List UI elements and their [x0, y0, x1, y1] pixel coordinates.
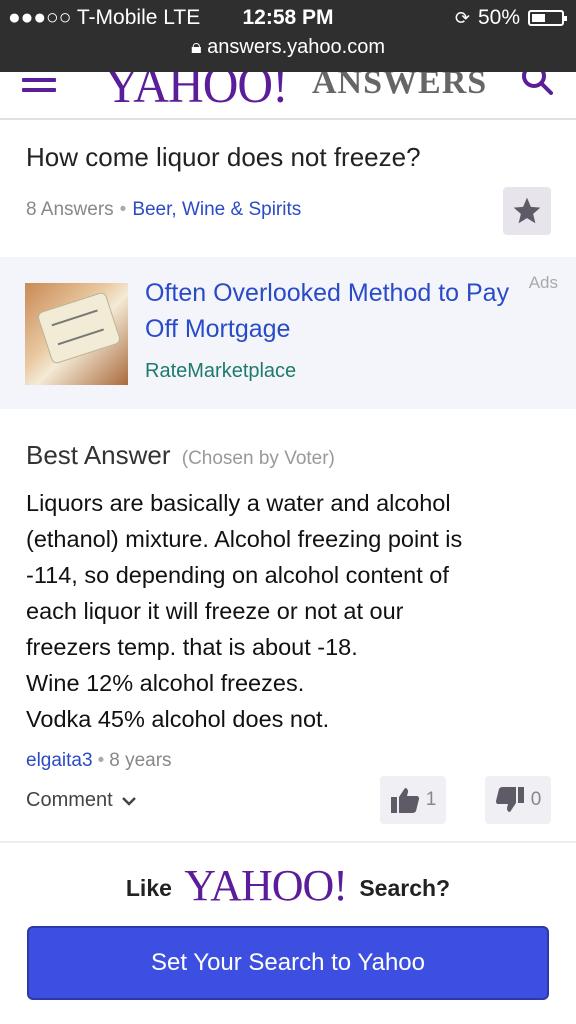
answer-line: Wine 12% alcohol freezes. — [26, 670, 305, 696]
rotation-lock-icon: ⟳ — [454, 7, 470, 28]
yahoo-logo[interactable]: YAHOO! — [104, 72, 289, 115]
category-link[interactable]: Beer, Wine & Spirits — [132, 199, 301, 220]
site-header: YAHOO! ANSWERS — [0, 72, 576, 120]
promo-yahoo-logo: YAHOO! — [184, 861, 348, 910]
thumbs-up-count: 1 — [425, 789, 437, 810]
answer-line: Liquors are basically a water and alcoho… — [26, 490, 451, 516]
answer-meta: elgaita3 • 8 years — [26, 750, 172, 772]
menu-icon[interactable] — [22, 78, 56, 98]
ads-label: Ads — [528, 273, 558, 292]
address-bar[interactable]: 🔒︎ answers.yahoo.com — [0, 36, 576, 59]
search-icon[interactable] — [520, 72, 554, 96]
ad-block[interactable]: Often Overlooked Method to Pay Off Mortg… — [0, 257, 576, 409]
comment-label: Comment — [26, 789, 113, 811]
lock-icon: 🔒︎ — [190, 36, 202, 58]
follow-star-button[interactable] — [503, 187, 551, 235]
section-divider — [0, 841, 576, 843]
ad-title[interactable]: Often Overlooked Method to Pay Off Mortg… — [145, 275, 515, 347]
best-answer-label: Best Answer — [26, 440, 171, 470]
status-bar: ●●●○○ T-Mobile LTE 12:58 PM ⟳ 50% 🔒︎ ans… — [0, 0, 576, 72]
answer-line: -114, so depending on alcohol content of — [26, 562, 449, 588]
battery-icon — [528, 10, 567, 26]
answer-age: 8 years — [109, 750, 172, 771]
thumbs-up-icon — [390, 788, 419, 813]
chevron-down-icon — [121, 796, 136, 806]
question-title: How come liquor does not freeze? — [26, 142, 421, 172]
chosen-by-label: (Chosen by Voter) — [181, 448, 335, 469]
question-meta: 8 Answers • Beer, Wine & Spirits — [26, 199, 301, 221]
star-icon — [513, 197, 541, 224]
thumbs-down-count: 0 — [530, 789, 542, 810]
answer-line: Vodka 45% alcohol does not. — [26, 706, 330, 732]
url-text: answers.yahoo.com — [207, 36, 386, 58]
answer-line: (ethanol) mixture. Alcohol freezing poin… — [26, 526, 463, 552]
promo-search: Search? — [359, 875, 451, 901]
comment-button[interactable]: Comment — [26, 789, 137, 812]
answers-logo[interactable]: ANSWERS — [312, 72, 487, 102]
promo-like: Like — [125, 875, 172, 901]
thumbs-down-button[interactable]: 0 — [485, 776, 551, 824]
thumbs-up-button[interactable]: 1 — [380, 776, 446, 824]
meta-separator: • — [97, 750, 105, 771]
promo-text: Like YAHOO! Search? — [0, 860, 576, 911]
battery-percent: 50% — [477, 6, 520, 29]
set-search-button[interactable]: Set Your Search to Yahoo — [27, 926, 549, 1000]
meta-separator: • — [119, 199, 127, 220]
status-right: ⟳ 50% — [454, 6, 567, 30]
answer-line: freezers temp. that is about -18. — [26, 634, 358, 660]
answer-line: each liquor it will freeze or not at our — [26, 598, 404, 624]
thumbs-down-icon — [495, 787, 524, 812]
answerer-link[interactable]: elgaita3 — [26, 750, 93, 771]
best-answer-heading: Best Answer (Chosen by Voter) — [26, 440, 335, 471]
ad-source[interactable]: RateMarketplace — [145, 360, 296, 383]
answer-text: Liquors are basically a water and alcoho… — [26, 485, 546, 737]
answers-count[interactable]: 8 Answers — [26, 199, 114, 220]
ad-image[interactable] — [25, 283, 128, 385]
